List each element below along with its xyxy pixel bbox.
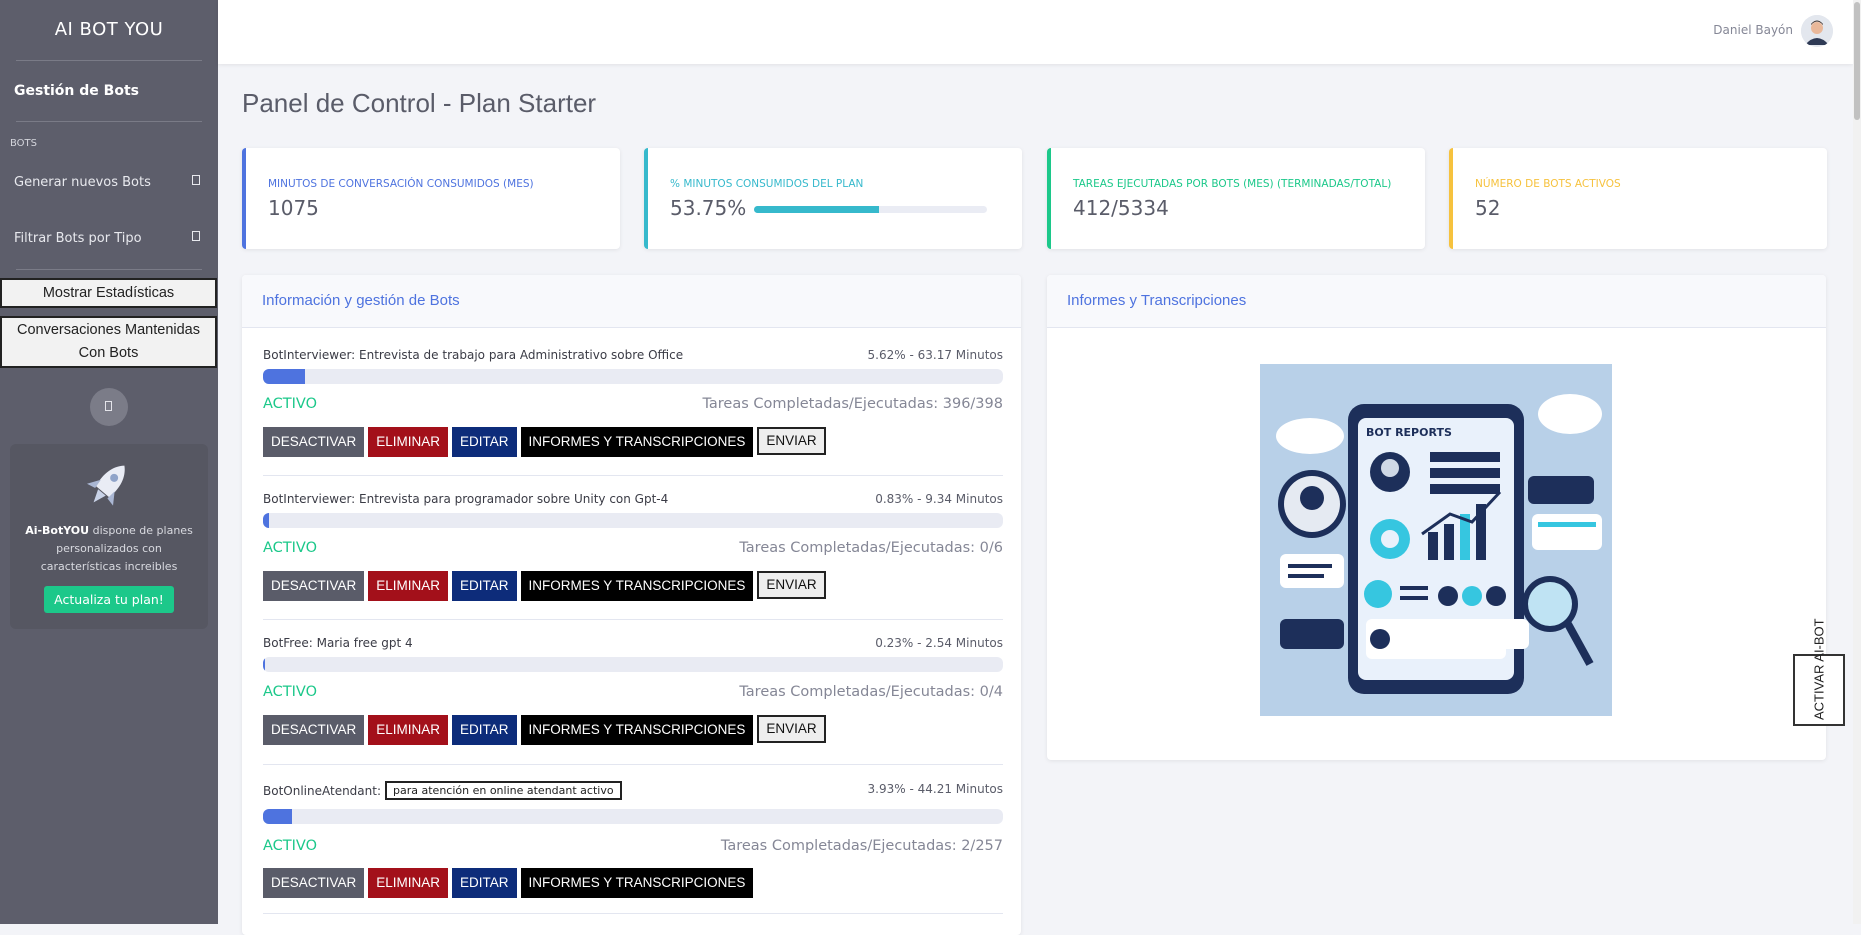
deactivate-button[interactable]: DESACTIVAR (263, 715, 365, 745)
bot-tasks: Tareas Completadas/Ejecutadas: 2/257 (720, 838, 1003, 854)
bot-tasks: Tareas Completadas/Ejecutadas: 0/6 (739, 540, 1003, 556)
user-name[interactable]: Daniel Bayón (1713, 23, 1793, 37)
reports-card: Informes y Transcripciones BOT REPORTS (1047, 275, 1826, 760)
send-button[interactable]: ENVIAR (757, 715, 826, 743)
sidebar-heading: BOTS (10, 138, 38, 149)
deactivate-button[interactable]: DESACTIVAR (263, 868, 365, 898)
avatar[interactable] (1801, 15, 1833, 47)
bot-separator (263, 475, 1003, 476)
sidebar-item-generar-bots[interactable]: Generar nuevos Bots (0, 155, 218, 211)
bot-progress-fill (263, 809, 293, 824)
bot-progress-bar (263, 369, 1003, 384)
sidebar: AI BOT YOU Gestión de Bots BOTS Generar … (0, 0, 218, 924)
bot-tasks: Tareas Completadas/Ejecutadas: 396/398 (702, 396, 1003, 412)
bot-usage: 3.93% - 44.21 Minutos (867, 782, 1003, 796)
deactivate-button[interactable]: DESACTIVAR (263, 427, 365, 457)
stat-value: 1075 (268, 196, 319, 220)
chevron-icon (192, 175, 200, 185)
bot-progress-fill (263, 369, 305, 384)
stat-card-tasks: Tareas ejecutadas por bots (mes) (Termin… (1047, 148, 1425, 249)
plan-progress-bar (754, 206, 987, 213)
page-scrollbar[interactable] (1853, 0, 1861, 924)
sidebar-divider (16, 269, 202, 270)
edit-button[interactable]: EDITAR (452, 715, 517, 745)
user-avatar-icon (1801, 15, 1833, 47)
brand-logo[interactable]: AI BOT YOU (0, 0, 218, 60)
stat-label: Tareas ejecutadas por bots (mes) (Termin… (1073, 178, 1392, 190)
activate-ai-bot-label: ACTIVAR AI-BOT (1811, 618, 1827, 720)
stat-card-active-bots: Número de bots activos 52 (1449, 148, 1827, 249)
topbar: Daniel Bayón (218, 0, 1853, 64)
bot-usage: 5.62% - 63.17 Minutos (867, 348, 1003, 362)
edit-button[interactable]: EDITAR (452, 571, 517, 601)
bot-usage: 0.83% - 9.34 Minutos (875, 492, 1003, 506)
bot-status: ACTIVO (263, 540, 317, 556)
bot-status: ACTIVO (263, 838, 317, 854)
bot-status: ACTIVO (263, 396, 317, 412)
sidebar-item-filtrar-bots[interactable]: Filtrar Bots por Tipo (0, 211, 218, 267)
card-title: Informes y Transcripciones (1047, 275, 1826, 328)
bot-reports-image: BOT REPORTS (1260, 364, 1612, 716)
stat-label: Número de bots activos (1475, 178, 1621, 190)
bot-separator (263, 619, 1003, 620)
edit-button[interactable]: EDITAR (452, 868, 517, 898)
reports-button[interactable]: INFORMES Y TRANSCRIPCIONES (520, 427, 754, 457)
reports-button[interactable]: INFORMES Y TRANSCRIPCIONES (520, 715, 754, 745)
bot-tasks: Tareas Completadas/Ejecutadas: 0/4 (739, 684, 1003, 700)
stat-label: Minutos de conversación consumidos (mes) (268, 178, 534, 190)
bot-progress-fill (263, 657, 266, 672)
delete-button[interactable]: ELIMINAR (368, 427, 449, 457)
promo-text: Ai-BotYOU dispone de planes personalizad… (25, 524, 193, 573)
bot-progress-bar (263, 513, 1003, 528)
delete-button[interactable]: ELIMINAR (368, 868, 449, 898)
deactivate-button[interactable]: DESACTIVAR (263, 571, 365, 601)
sidebar-item-gestion-bots[interactable]: Gestión de Bots (0, 61, 218, 121)
plan-progress-fill (754, 206, 880, 213)
bot-usage: 0.23% - 2.54 Minutos (875, 636, 1003, 650)
chevron-icon (192, 231, 200, 241)
reports-button[interactable]: INFORMES Y TRANSCRIPCIONES (520, 571, 754, 601)
scrollbar-thumb[interactable] (1854, 2, 1860, 120)
bot-title: BotInterviewer: Entrevista para programa… (263, 492, 669, 506)
conversations-button[interactable]: Conversaciones Mantenidas Con Bots (0, 316, 217, 368)
reports-button[interactable]: INFORMES Y TRANSCRIPCIONES (520, 868, 754, 898)
stat-value: 412/5334 (1073, 196, 1169, 220)
page-title: Panel de Control - Plan Starter (242, 88, 597, 118)
show-stats-button[interactable]: Mostrar Estadísticas (0, 278, 217, 308)
bot-status: ACTIVO (263, 684, 317, 700)
stat-label: % Minutos consumidos del plan (670, 178, 864, 190)
bot-description-tooltip: para atención en online atendant activo (385, 781, 622, 800)
bot-progress-bar (263, 809, 1003, 824)
activate-ai-bot-button[interactable]: ACTIVAR AI-BOT (1793, 618, 1845, 726)
bot-separator (263, 764, 1003, 765)
send-button[interactable]: ENVIAR (757, 427, 826, 455)
upgrade-promo: Ai-BotYOU dispone de planes personalizad… (10, 444, 208, 629)
card-title: Información y gestión de Bots (242, 275, 1021, 328)
send-button[interactable]: ENVIAR (757, 571, 826, 599)
delete-button[interactable]: ELIMINAR (368, 715, 449, 745)
bot-progress-bar (263, 657, 1003, 672)
bot-reports-illustration: BOT REPORTS (1260, 364, 1612, 716)
stat-card-minutes: Minutos de conversación consumidos (mes)… (242, 148, 620, 249)
svg-text:BOT REPORTS: BOT REPORTS (1366, 426, 1452, 439)
upgrade-plan-button[interactable]: Actualiza tu plan! (44, 586, 174, 613)
bot-title-text: BotOnlineAtendant: (263, 784, 382, 798)
bot-title: BotOnlineAtendant: para atención en onlin… (263, 781, 622, 801)
edit-button[interactable]: EDITAR (452, 427, 517, 457)
sidebar-item-label: Generar nuevos Bots (14, 175, 151, 190)
rocket-icon (86, 465, 125, 506)
sidebar-item-label: Filtrar Bots por Tipo (14, 231, 142, 246)
bot-title: BotFree: Maria free gpt 4 (263, 636, 413, 650)
bots-card: Información y gestión de Bots BotIntervi… (242, 275, 1021, 935)
bot-title: BotInterviewer: Entrevista de trabajo pa… (263, 348, 684, 362)
delete-button[interactable]: ELIMINAR (368, 571, 449, 601)
stat-card-percent: % Minutos consumidos del plan 53.75% (644, 148, 1022, 249)
stat-value: 52 (1475, 196, 1501, 220)
sidebar-toggle-button[interactable] (90, 388, 128, 426)
chevron-left-icon (105, 401, 112, 411)
bot-separator (263, 913, 1003, 914)
bot-progress-fill (263, 513, 270, 528)
